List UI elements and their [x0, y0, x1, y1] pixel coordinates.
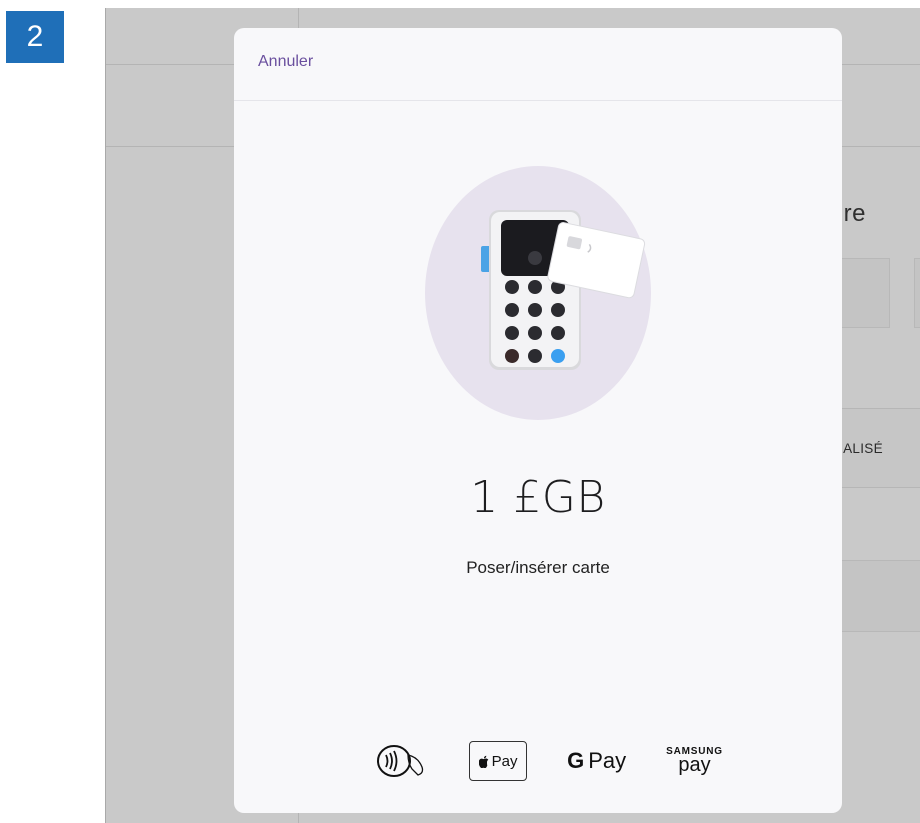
background-input-field: [914, 258, 920, 328]
modal-header: Annuler: [234, 28, 842, 101]
samsung-pay-logo: SAMSUNG pay: [666, 747, 723, 776]
google-g-icon: G: [567, 748, 585, 773]
apple-pay-label: Pay: [491, 752, 518, 770]
google-pay-label: Pay: [588, 748, 627, 773]
payment-amount: 1 £GB: [470, 472, 606, 523]
apple-pay-badge: Pay: [469, 741, 528, 781]
cancel-button[interactable]: Annuler: [258, 53, 313, 71]
contactless-icon: [369, 741, 439, 781]
google-pay-logo: G Pay: [567, 748, 626, 774]
step-number-badge: 2: [6, 11, 64, 63]
card-instruction: Poser/insérer carte: [466, 558, 610, 577]
accepted-payment-methods: Pay G Pay SAMSUNG pay: [234, 736, 842, 786]
samsung-pay-label: pay: [678, 754, 711, 776]
card-reader-illustration: [425, 166, 651, 420]
payment-modal: Annuler 1 £GB Poser/insérer carte Pay G …: [234, 28, 842, 813]
apple-icon: [478, 755, 488, 768]
